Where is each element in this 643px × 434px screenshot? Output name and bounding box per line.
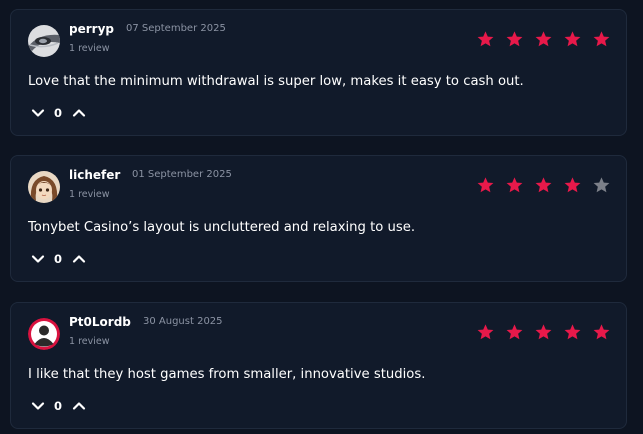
review-text: Love that the minimum withdrawal is supe… [28, 74, 524, 89]
review-username[interactable]: lichefer [69, 168, 120, 182]
star-filled-icon [505, 323, 524, 342]
review-date: 01 September 2025 [132, 169, 232, 180]
star-filled-icon [505, 30, 524, 49]
star-filled-icon [592, 30, 611, 49]
chevron-down-icon[interactable] [31, 399, 45, 413]
avatar [28, 171, 60, 203]
review-card: perryp 07 September 2025 1 review Love t… [10, 9, 627, 136]
star-filled-icon [563, 176, 582, 195]
star-empty-icon [592, 176, 611, 195]
star-filled-icon [476, 30, 495, 49]
vote-count: 0 [54, 252, 63, 266]
star-rating [476, 30, 611, 50]
star-filled-icon [592, 323, 611, 342]
star-filled-icon [476, 176, 495, 195]
review-text: Tonybet Casino’s layout is uncluttered a… [28, 220, 416, 235]
star-filled-icon [534, 323, 553, 342]
star-rating [476, 176, 611, 196]
review-username[interactable]: Pt0Lordb [69, 315, 131, 329]
star-filled-icon [534, 30, 553, 49]
grey-eye-avatar-icon [28, 25, 60, 57]
review-date: 30 August 2025 [143, 316, 223, 327]
review-count: 1 review [69, 43, 110, 54]
reviews-list: perryp 07 September 2025 1 review Love t… [0, 0, 643, 434]
vote-count: 0 [54, 399, 63, 413]
chevron-up-icon[interactable] [72, 399, 86, 413]
star-filled-icon [505, 176, 524, 195]
chevron-down-icon[interactable] [31, 106, 45, 120]
chevron-up-icon[interactable] [72, 252, 86, 266]
star-rating [476, 323, 611, 343]
star-filled-icon [476, 323, 495, 342]
star-filled-icon [563, 323, 582, 342]
review-username[interactable]: perryp [69, 22, 114, 36]
chevron-up-icon[interactable] [72, 106, 86, 120]
star-filled-icon [563, 30, 582, 49]
review-card: Pt0Lordb 30 August 2025 1 review I like … [10, 302, 627, 429]
avatar [28, 318, 60, 350]
review-count: 1 review [69, 336, 110, 347]
default-user-avatar-icon [28, 318, 60, 350]
review-card: lichefer 01 September 2025 1 review Tony… [10, 155, 627, 282]
star-filled-icon [534, 176, 553, 195]
chevron-down-icon[interactable] [31, 252, 45, 266]
avatar [28, 25, 60, 57]
vote-count: 0 [54, 106, 63, 120]
anime-character-avatar-icon [28, 171, 60, 203]
review-date: 07 September 2025 [126, 23, 226, 34]
review-text: I like that they host games from smaller… [28, 367, 426, 382]
review-count: 1 review [69, 189, 110, 200]
